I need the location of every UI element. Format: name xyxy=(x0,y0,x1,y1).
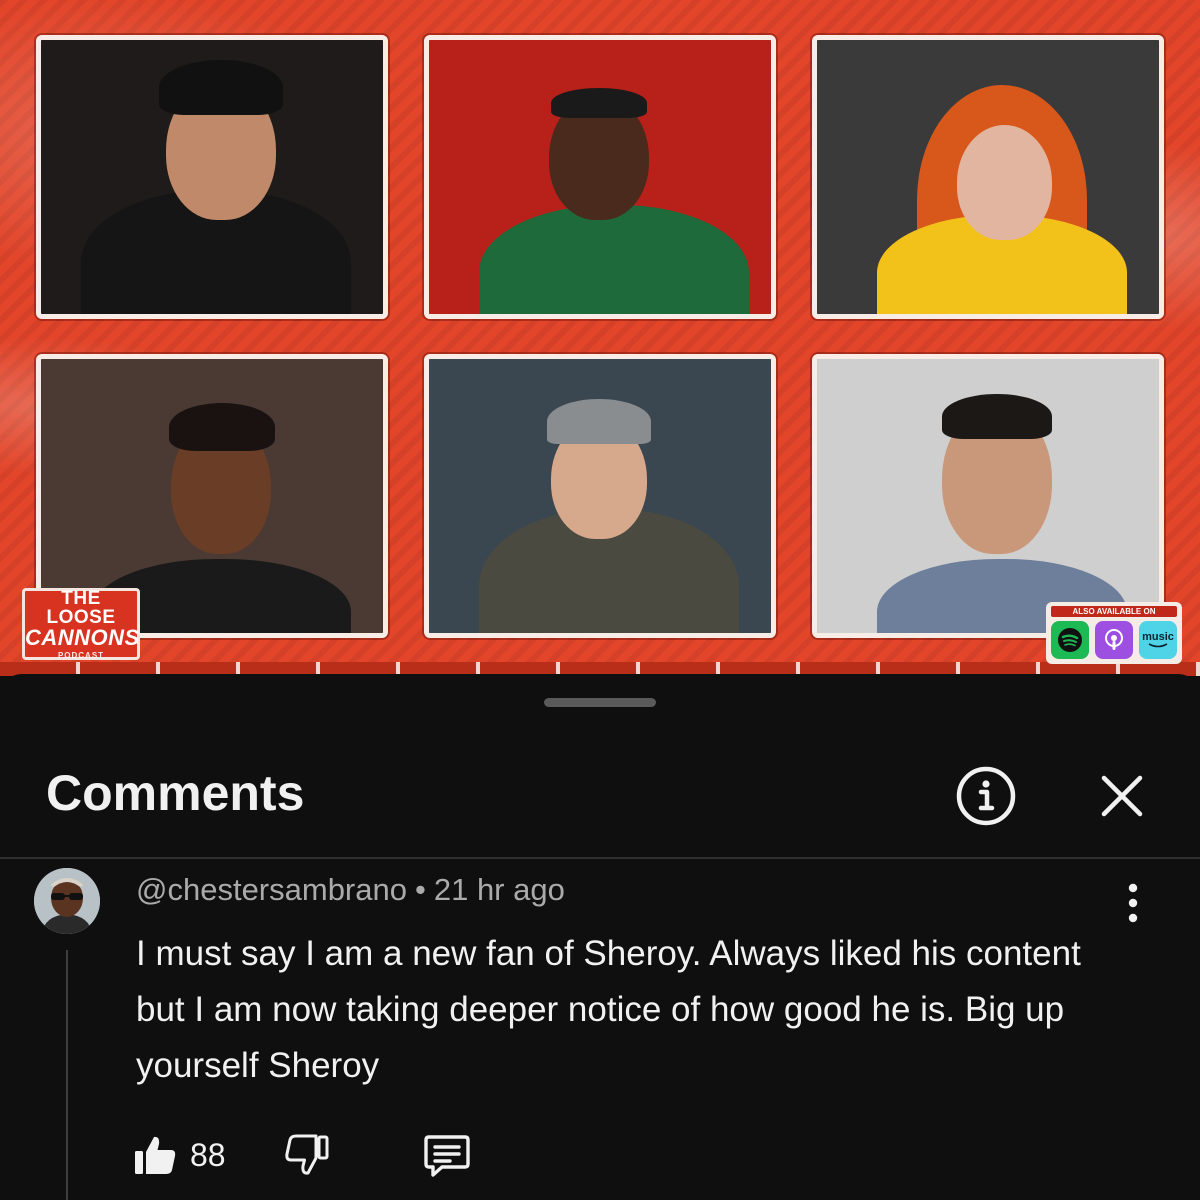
panel-title: Comments xyxy=(46,765,305,821)
info-circle-icon xyxy=(956,766,1016,826)
thumbs-down-icon xyxy=(284,1134,329,1175)
comments-panel: Comments @chestersambrano • 21 hr ago I … xyxy=(0,674,1200,1200)
comment-reply-icon xyxy=(423,1135,470,1177)
comment-author[interactable]: @chestersambrano xyxy=(136,872,407,907)
participant-tile xyxy=(812,354,1164,638)
participant-hair xyxy=(169,403,275,451)
participant-head xyxy=(957,125,1052,240)
logo-line-2: CANNONS xyxy=(25,624,140,650)
meta-separator: • xyxy=(414,872,426,907)
dislike-button[interactable] xyxy=(284,1132,330,1178)
participant-tile xyxy=(424,35,776,319)
header-divider xyxy=(0,857,1200,859)
amazon-music-icon: music xyxy=(1139,621,1177,659)
reply-button[interactable] xyxy=(422,1130,472,1180)
thread-line xyxy=(66,950,68,1200)
close-button[interactable] xyxy=(1092,766,1152,826)
participant-hair xyxy=(547,399,651,444)
loose-cannons-logo: THE LOOSE CANNONS PODCAST xyxy=(22,588,140,660)
logo-line-3: PODCAST xyxy=(57,650,105,660)
also-available-caption: ALSO AVAILABLE ON xyxy=(1051,606,1177,617)
comment-meta: @chestersambrano • 21 hr ago xyxy=(136,872,565,908)
music-label: music xyxy=(1142,631,1174,643)
spotify-icon xyxy=(1051,621,1089,659)
participant-tile xyxy=(36,35,388,319)
podcasts-icon xyxy=(1095,621,1133,659)
also-available-badge: ALSO AVAILABLE ON music xyxy=(1046,602,1182,664)
thumbs-up-icon xyxy=(135,1136,176,1174)
comment-text: I must say I am a new fan of Sheroy. Alw… xyxy=(136,934,1081,1085)
like-button[interactable]: 88 xyxy=(132,1132,226,1178)
participant-hair xyxy=(942,394,1052,439)
participant-tile xyxy=(424,354,776,638)
comment-actions: 88 xyxy=(132,1130,472,1180)
user-avatar-icon xyxy=(34,868,100,934)
info-button[interactable] xyxy=(954,764,1018,828)
participant-hair xyxy=(551,88,647,118)
more-vertical-icon xyxy=(1128,883,1138,923)
participant-hair xyxy=(159,60,283,115)
video-player[interactable]: THE LOOSE CANNONS PODCAST ALSO AVAILABLE… xyxy=(0,0,1200,676)
comment-time[interactable]: 21 hr ago xyxy=(434,872,565,907)
more-options-button[interactable] xyxy=(1116,880,1150,926)
drag-handle[interactable] xyxy=(544,698,656,707)
logo-line-1: THE LOOSE xyxy=(46,587,116,628)
avatar[interactable] xyxy=(34,868,100,934)
close-icon xyxy=(1101,775,1143,817)
like-count: 88 xyxy=(190,1136,226,1173)
participant-tile xyxy=(812,35,1164,319)
